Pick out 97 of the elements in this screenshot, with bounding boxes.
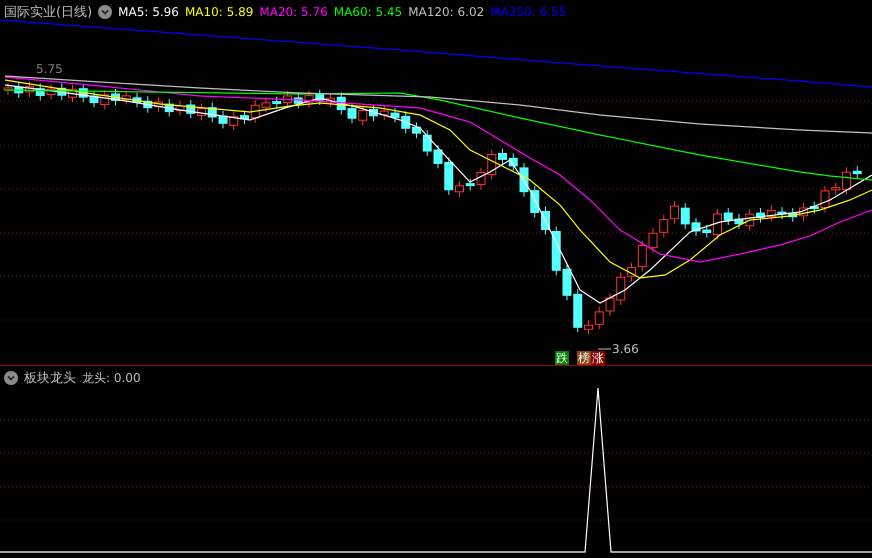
candlestick <box>229 111 238 131</box>
candlestick <box>46 84 56 100</box>
candlestick <box>508 152 518 172</box>
candlestick <box>756 208 765 223</box>
candlestick <box>111 88 120 106</box>
candlestick <box>487 149 496 180</box>
candlestick <box>799 202 808 222</box>
candlestick <box>692 217 700 236</box>
candlestick <box>788 208 798 222</box>
candlestick <box>820 185 830 214</box>
candlestick <box>25 81 34 98</box>
candlestick <box>552 226 561 276</box>
candlestick <box>594 306 604 330</box>
candlestick <box>250 100 260 124</box>
candlestick <box>336 92 346 116</box>
candlestick <box>713 208 722 240</box>
moving-average-value: MA120: 6.02 <box>408 5 484 19</box>
candlestick <box>659 214 668 238</box>
candlestick <box>122 90 131 105</box>
candlestick <box>831 182 840 196</box>
candlestick <box>766 205 776 222</box>
candlestick <box>369 104 378 122</box>
candlestick <box>272 96 282 110</box>
candlestick <box>143 96 152 114</box>
candlestick <box>530 185 540 218</box>
candlestick <box>154 96 163 112</box>
candlestick <box>498 148 507 165</box>
dropdown-icon[interactable] <box>4 371 18 385</box>
signal-tag: 榜 <box>577 351 591 365</box>
signal-tag: 涨 <box>591 351 605 365</box>
dropdown-icon[interactable] <box>98 5 112 19</box>
candlestick <box>520 162 528 198</box>
candlestick <box>466 178 475 192</box>
candlestick <box>670 200 679 224</box>
candlestick <box>648 228 658 254</box>
price-label: 5.75 <box>36 62 63 76</box>
candlestick <box>283 90 292 108</box>
candlestick <box>326 92 335 108</box>
candlestick <box>36 83 45 101</box>
leader-line <box>598 348 612 350</box>
candlestick <box>745 208 754 232</box>
price-label: 3.66 <box>612 342 639 356</box>
candlestick <box>616 272 626 306</box>
candlestick <box>262 97 270 113</box>
candlestick <box>176 100 184 116</box>
moving-average-value: MA5: 5.96 <box>118 5 179 19</box>
candlestick <box>401 110 410 134</box>
candlestick <box>680 202 690 230</box>
candlestick <box>57 82 66 101</box>
candlestick <box>541 206 550 235</box>
chart-title: 国际实业(日线) <box>4 4 92 21</box>
candlestick <box>186 100 196 119</box>
indicator-value: 龙头: 0.00 <box>82 370 141 386</box>
candlestick <box>218 110 228 129</box>
candlestick <box>315 89 324 106</box>
candlestick <box>132 92 142 108</box>
candlestick <box>14 82 24 98</box>
candlestick <box>562 264 572 301</box>
indicator-title: 板块龙头 <box>24 370 76 387</box>
candlestick <box>358 105 368 126</box>
candlestick <box>380 106 389 120</box>
candlestick <box>842 166 851 196</box>
candlestick <box>852 166 862 180</box>
candlestick <box>100 89 110 110</box>
candlestick <box>4 82 12 96</box>
candlestick <box>444 156 454 196</box>
candlestick <box>606 292 614 316</box>
candlestick <box>164 98 174 118</box>
moving-average-value: MA20: 5.76 <box>259 5 328 19</box>
signal-tag: 跌 <box>555 351 569 365</box>
candlestick <box>584 320 593 335</box>
candlestick <box>78 83 88 103</box>
candlestick <box>702 224 712 238</box>
candlestick <box>348 103 356 124</box>
candlestick <box>455 180 464 198</box>
candlestick <box>90 90 98 108</box>
candlestick <box>476 167 486 190</box>
candlestick <box>240 110 249 124</box>
candlestick <box>434 144 442 169</box>
candlestick <box>734 214 744 230</box>
candlestick <box>627 262 636 282</box>
candlestick <box>390 108 400 123</box>
candlestick <box>810 201 819 214</box>
candlestick <box>422 130 432 157</box>
candlestick <box>573 288 582 333</box>
moving-average-value: MA10: 5.89 <box>184 5 254 19</box>
candlestick <box>197 103 206 121</box>
candlestick <box>638 240 647 272</box>
candlestick <box>68 84 77 103</box>
candlestick <box>304 90 314 108</box>
candlestick <box>208 102 217 122</box>
candlestick <box>294 92 303 109</box>
moving-average-value: MA60: 5.45 <box>334 5 402 19</box>
candlestick <box>412 122 421 139</box>
candlestick <box>724 208 733 226</box>
moving-average-value: MA250: 6.55 <box>490 5 566 19</box>
candlestick <box>778 206 786 220</box>
